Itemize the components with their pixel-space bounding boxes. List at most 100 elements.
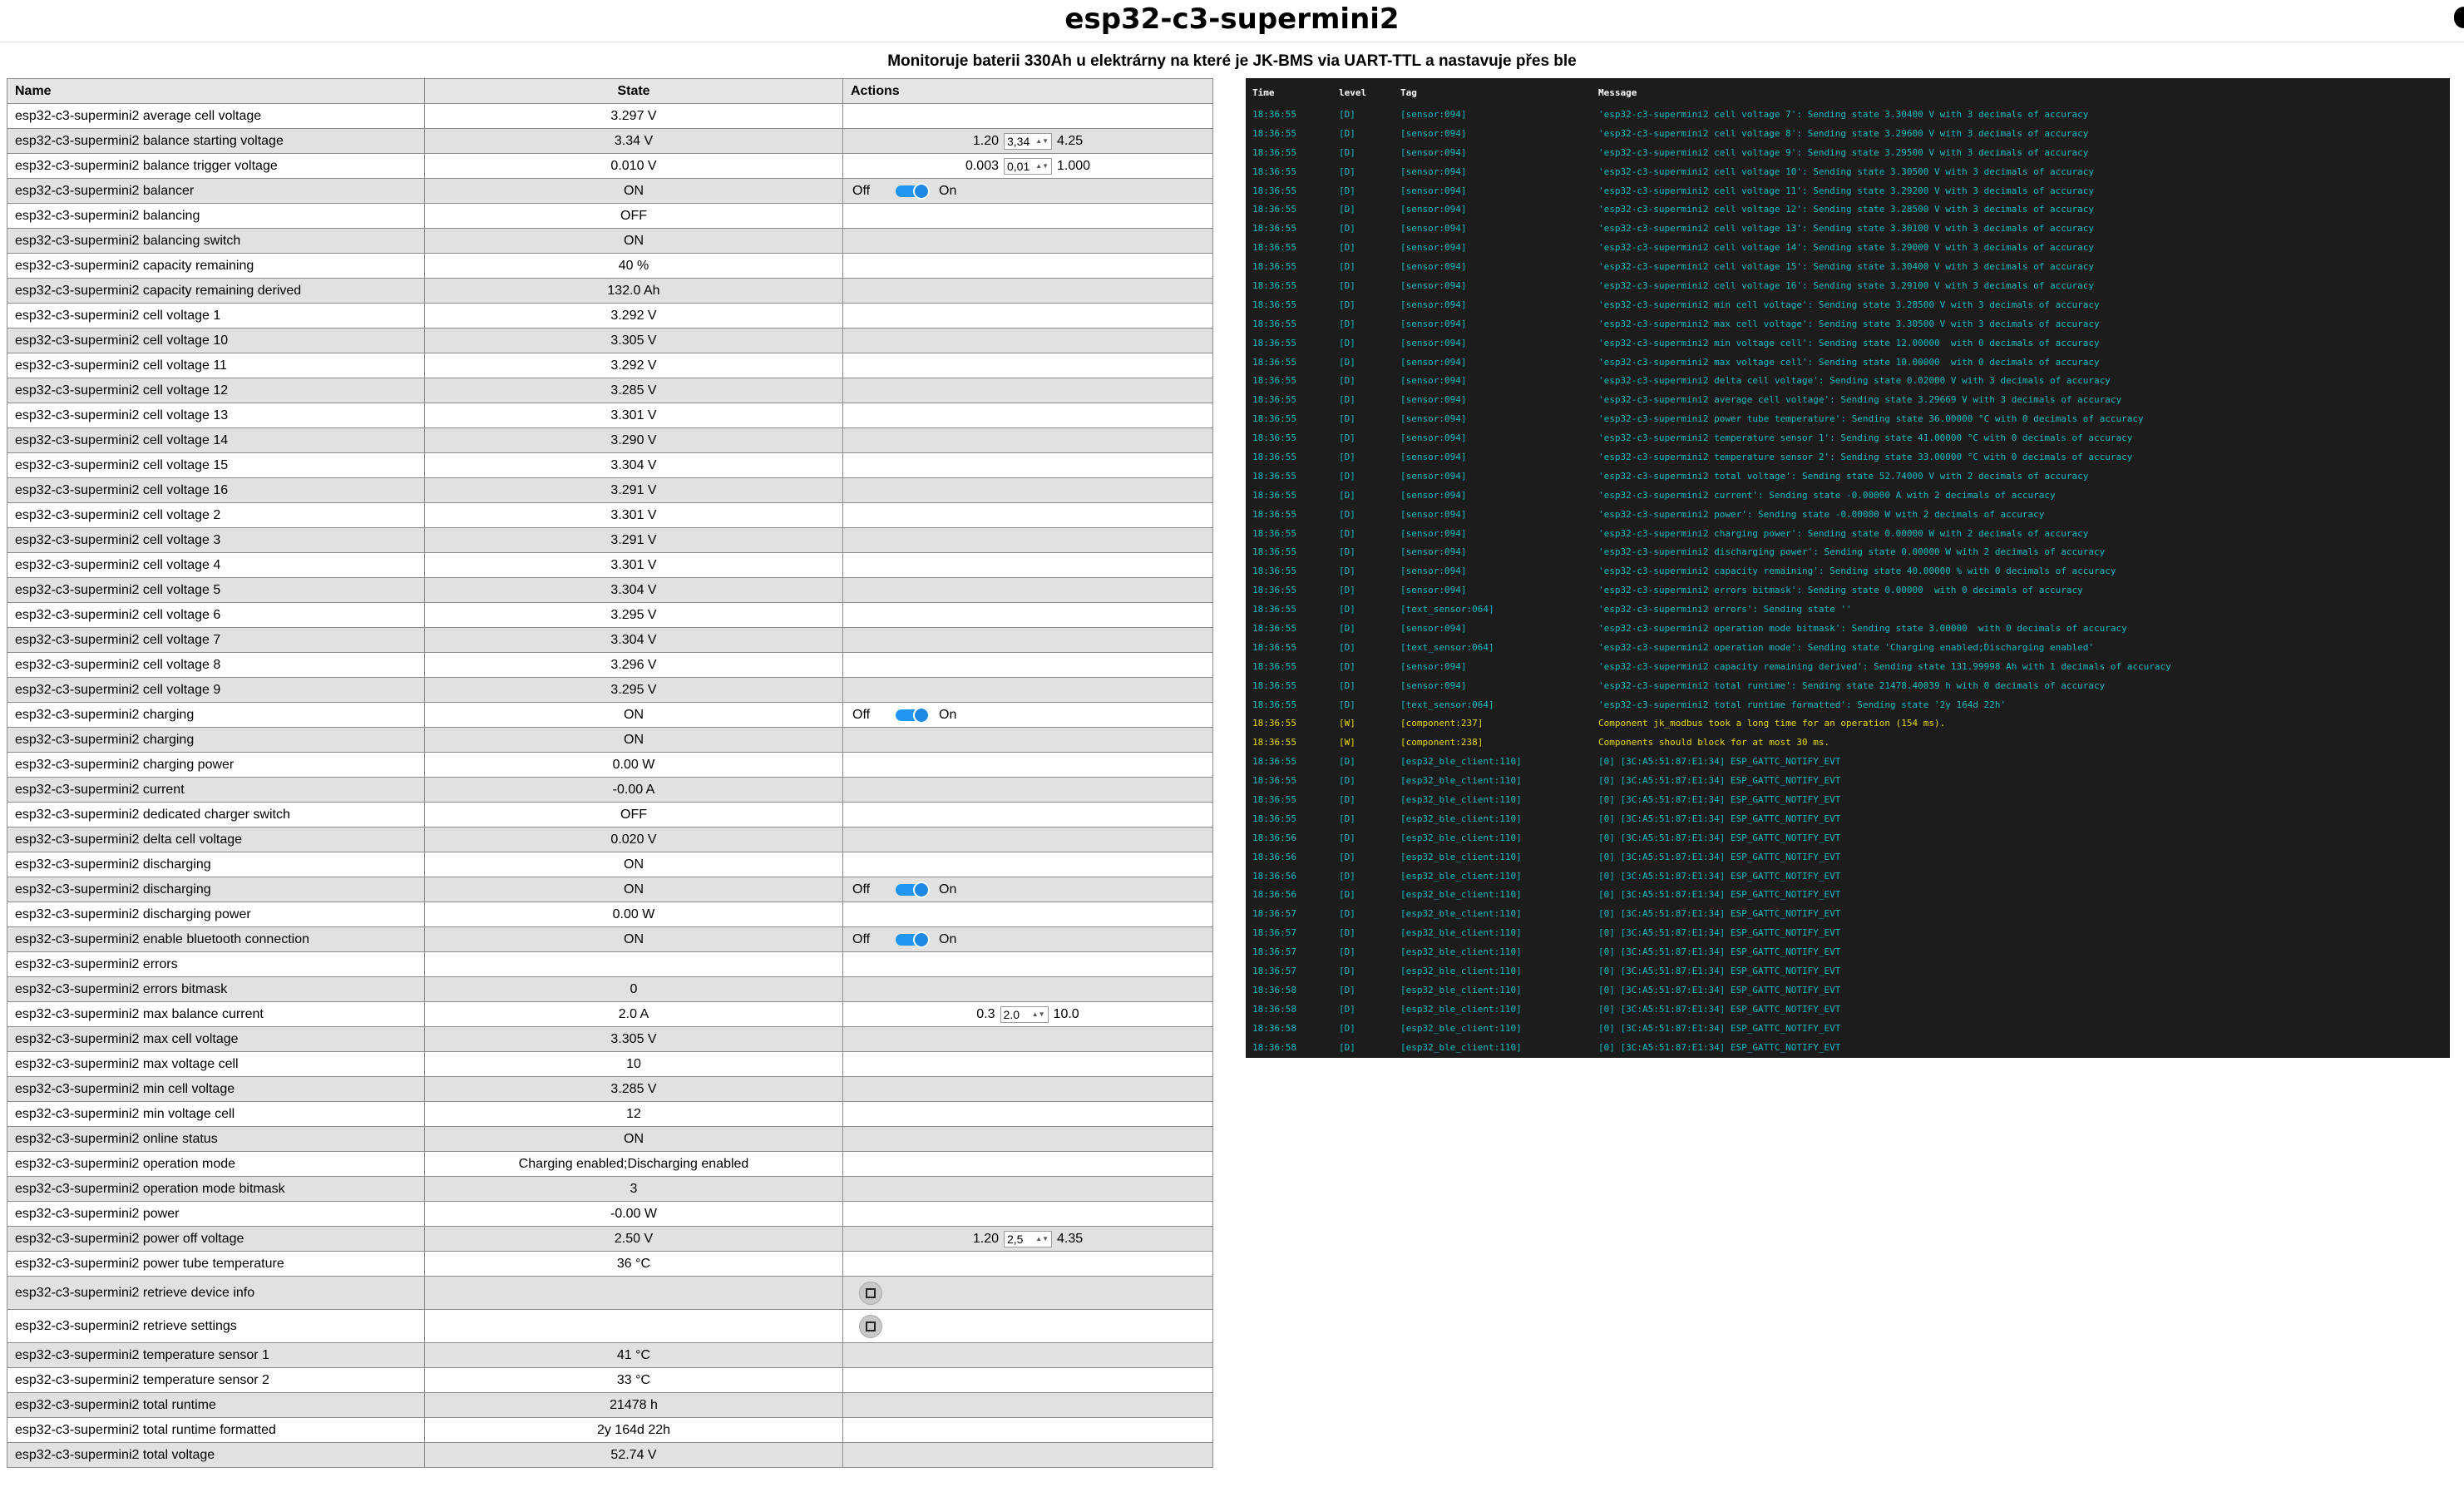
log-time: 18:36:55 (1252, 585, 1296, 596)
entity-state: 2.50 V (424, 1226, 843, 1252)
log-row: 18:36:57 [D] [esp32_ble_client:110] [0] [3C… (1246, 923, 2450, 942)
toggle-switch[interactable] (896, 706, 930, 724)
entity-actions (842, 627, 1213, 653)
log-tag: [text_sensor:064] (1400, 604, 1494, 615)
table-row: esp32-c3-supermini2 errors (7, 951, 1213, 977)
log-level: [D] (1339, 165, 1355, 177)
toggle-switch[interactable] (896, 182, 930, 200)
log-tag: [sensor:094] (1400, 566, 1467, 577)
toggle-knob[interactable] (913, 881, 930, 898)
number-input-value[interactable]: 0,01 (1007, 160, 1030, 173)
number-input[interactable]: 2,5 ▲▼ (1004, 1230, 1052, 1247)
toggle-control[interactable]: Off On (851, 706, 1205, 724)
entity-actions (842, 1051, 1213, 1077)
log-row: 18:36:55 [D] [sensor:094] 'esp32-c3-supermi… (1246, 561, 2450, 580)
entity-state: 3.297 V (424, 103, 843, 129)
log-message: 'esp32-c3-supermini2 min cell voltage': … (1598, 299, 2100, 310)
toggle-switch[interactable] (896, 931, 930, 948)
table-row: esp32-c3-supermini2 balancer ON Off On (7, 178, 1213, 204)
spinner-icon[interactable]: ▲▼ (1035, 1235, 1049, 1242)
log-tag: [esp32_ble_client:110] (1400, 984, 1522, 995)
log-message: [0] [3C:A5:51:87:E1:34] ESP_GATTC_NOTIFY… (1598, 1022, 1841, 1034)
table-row: esp32-c3-supermini2 cell voltage 10 3.305… (7, 328, 1213, 353)
spinner-icon[interactable]: ▲▼ (1035, 137, 1049, 145)
table-row: esp32-c3-supermini2 charging power 0.00 W (7, 752, 1213, 778)
press-button[interactable] (859, 1314, 882, 1338)
entity-name: esp32-c3-supermini2 min cell voltage (7, 1076, 425, 1102)
log-level: [D] (1339, 566, 1355, 577)
entity-actions (842, 1176, 1213, 1202)
entity-state: 3.301 V (424, 502, 843, 528)
table-row: esp32-c3-supermini2 max voltage cell 10 (7, 1051, 1213, 1077)
log-level: [D] (1339, 337, 1355, 348)
log-row: 18:36:58 [D] [esp32_ble_client:110] [0] [3C… (1246, 1000, 2450, 1019)
log-time: 18:36:55 (1252, 737, 1296, 748)
log-tag: [sensor:094] (1400, 527, 1467, 539)
toggle-switch[interactable] (896, 881, 930, 898)
toggle-knob[interactable] (913, 182, 930, 200)
log-panel[interactable]: Time level Tag Message 18:36:55 [D] [senso… (1246, 78, 2450, 1058)
spinner-icon[interactable]: ▲▼ (1035, 162, 1049, 170)
log-tag: [sensor:094] (1400, 394, 1467, 406)
number-control: 0.3 2.0 ▲▼ 10.0 (851, 1005, 1205, 1023)
entity-name: esp32-c3-supermini2 cell voltage 15 (7, 452, 425, 478)
number-input[interactable]: 3,34 ▲▼ (1004, 132, 1052, 150)
log-level: [D] (1339, 223, 1355, 235)
log-tag: [sensor:094] (1400, 146, 1467, 158)
log-time: 18:36:55 (1252, 204, 1296, 215)
entity-actions (842, 1342, 1213, 1368)
log-time: 18:36:55 (1252, 413, 1296, 425)
toggle-control[interactable]: Off On (851, 931, 1205, 948)
log-time: 18:36:56 (1252, 851, 1296, 862)
entity-state: ON (424, 877, 843, 902)
table-row: esp32-c3-supermini2 cell voltage 5 3.304 … (7, 577, 1213, 603)
entity-name: esp32-c3-supermini2 power (7, 1201, 425, 1227)
log-tag: [esp32_ble_client:110] (1400, 775, 1522, 787)
entity-table-header: Name State Actions (7, 78, 1213, 104)
log-time: 18:36:55 (1252, 432, 1296, 444)
entity-name: esp32-c3-supermini2 cell voltage 14 (7, 427, 425, 453)
number-input-value[interactable]: 2,5 (1007, 1233, 1023, 1246)
table-row: esp32-c3-supermini2 min cell voltage 3.28… (7, 1076, 1213, 1102)
column-header-name[interactable]: Name (7, 78, 425, 104)
toggle-knob[interactable] (913, 706, 930, 724)
table-row: esp32-c3-supermini2 total runtime 21478 h (7, 1392, 1213, 1418)
spinner-icon[interactable]: ▲▼ (1032, 1010, 1045, 1018)
number-input-value[interactable]: 2.0 (1004, 1008, 1020, 1021)
toggle-control[interactable]: Off On (851, 182, 1205, 200)
press-button[interactable] (859, 1281, 882, 1305)
log-row: 18:36:55 [D] [sensor:094] 'esp32-c3-supermi… (1246, 409, 2450, 428)
log-header-time: Time (1252, 86, 1275, 98)
column-header-state[interactable]: State (424, 78, 843, 104)
log-tag: [text_sensor:064] (1400, 699, 1494, 710)
entity-actions (842, 427, 1213, 453)
log-row: 18:36:55 [D] [sensor:094] 'esp32-c3-supermi… (1246, 295, 2450, 314)
log-time: 18:36:55 (1252, 146, 1296, 158)
number-input[interactable]: 0,01 ▲▼ (1004, 157, 1052, 175)
table-row: esp32-c3-supermini2 dedicated charger sw… (7, 802, 1213, 827)
entity-name: esp32-c3-supermini2 discharging (7, 852, 425, 877)
log-level: [D] (1339, 699, 1355, 710)
table-row: esp32-c3-supermini2 max cell voltage 3.30… (7, 1026, 1213, 1052)
entity-name: esp32-c3-supermini2 temperature sensor 2 (7, 1367, 425, 1393)
log-level: [D] (1339, 470, 1355, 482)
log-header: Time level Tag Message (1246, 78, 2450, 105)
log-level: [D] (1339, 318, 1355, 329)
entity-name: esp32-c3-supermini2 cell voltage 5 (7, 577, 425, 603)
toggle-control[interactable]: Off On (851, 881, 1205, 898)
entity-name: esp32-c3-supermini2 balancing (7, 203, 425, 229)
log-row: 18:36:55 [D] [esp32_ble_client:110] [0] [3C… (1246, 790, 2450, 809)
entity-state: 3.291 V (424, 527, 843, 553)
entity-actions (842, 1309, 1213, 1343)
entity-state: 0.020 V (424, 827, 843, 852)
log-tag: [esp32_ble_client:110] (1400, 1003, 1522, 1015)
log-message: [0] [3C:A5:51:87:E1:34] ESP_GATTC_NOTIFY… (1598, 1003, 1841, 1015)
number-input[interactable]: 2.0 ▲▼ (1000, 1005, 1049, 1023)
toggle-knob[interactable] (913, 931, 930, 948)
entity-state: 0 (424, 976, 843, 1002)
entity-actions (842, 303, 1213, 329)
log-message: [0] [3C:A5:51:87:E1:34] ESP_GATTC_NOTIFY… (1598, 1041, 1841, 1053)
number-input-value[interactable]: 3,34 (1007, 135, 1030, 148)
entity-state: 36 °C (424, 1251, 843, 1277)
entity-actions (842, 1417, 1213, 1443)
